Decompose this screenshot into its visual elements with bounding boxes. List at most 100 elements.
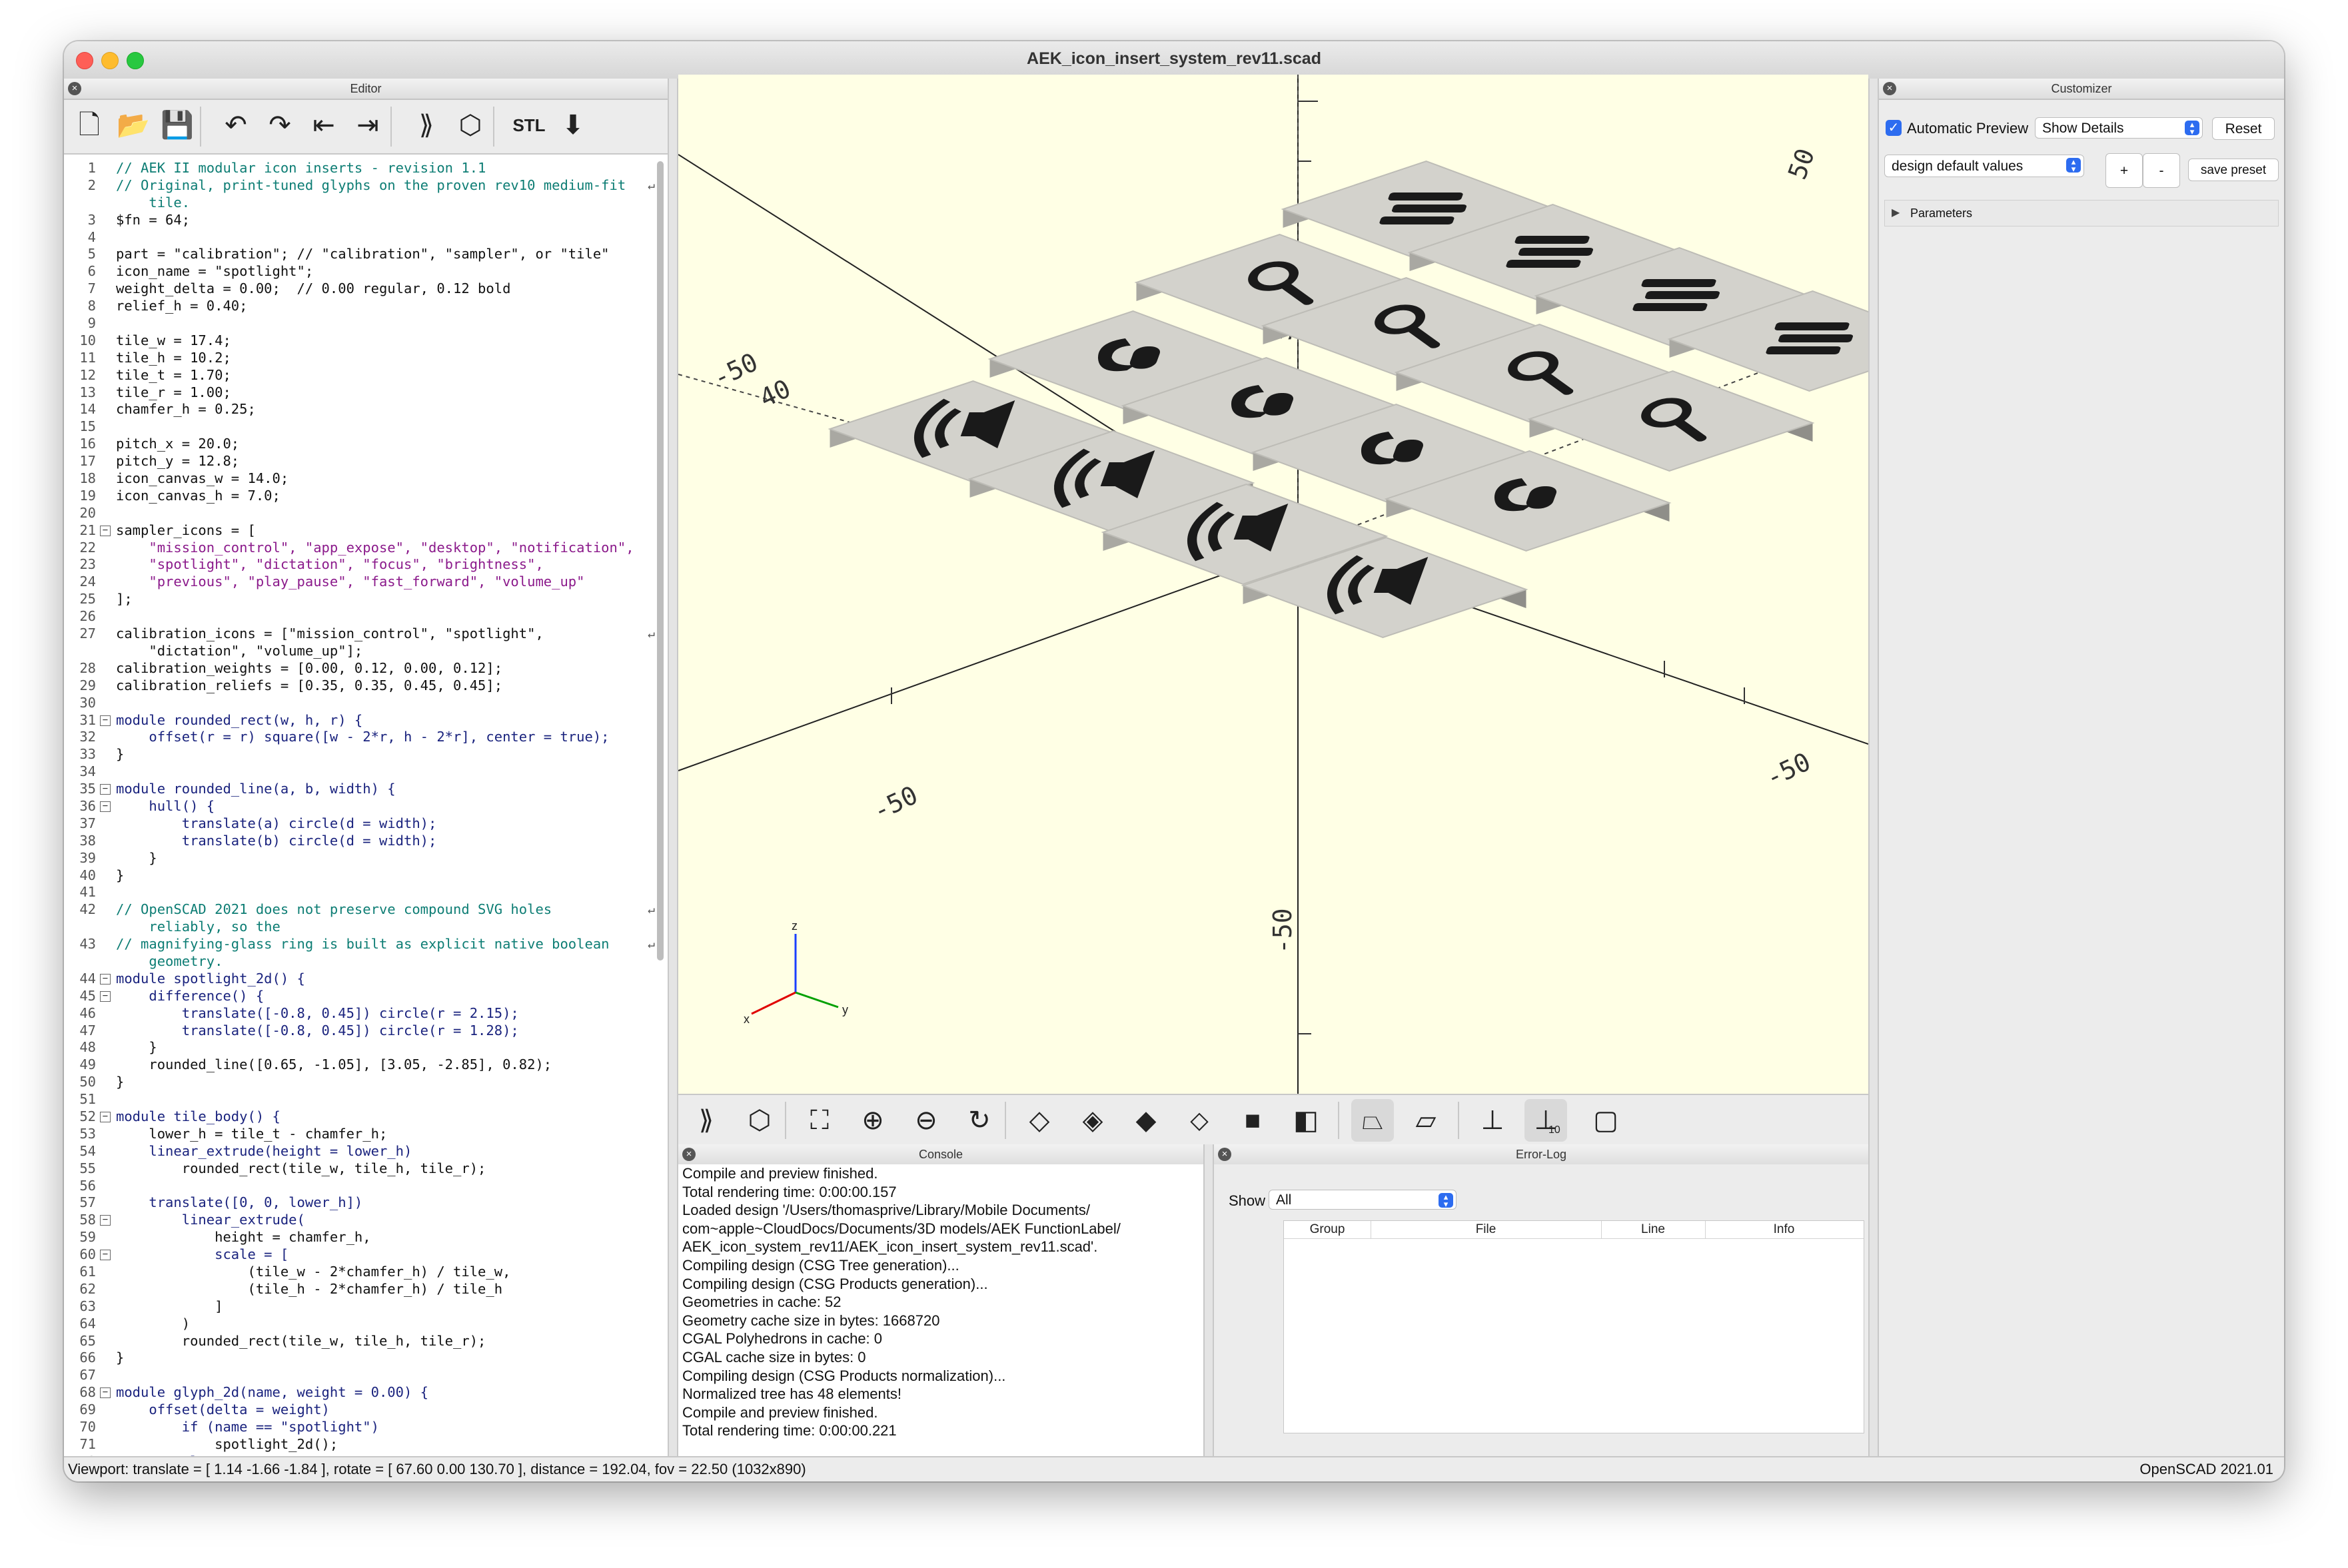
code-line[interactable]: 44− module spotlight_2d() { <box>64 971 664 988</box>
view-top-icon[interactable]: ◈ <box>1071 1099 1114 1142</box>
fold-toggle-icon[interactable]: − <box>100 973 111 984</box>
code-line[interactable]: 41 <box>64 884 664 901</box>
code-line[interactable]: 52− module tile_body() { <box>64 1108 664 1126</box>
errorlog-filter-select[interactable]: All ▴ ▾ <box>1269 1190 1457 1210</box>
fold-toggle-icon[interactable]: − <box>100 1387 111 1399</box>
code-line[interactable]: 54 linear_extrude(height = lower_h) <box>64 1143 664 1160</box>
code-line[interactable]: 36− hull() { <box>64 798 664 815</box>
zoom-in-icon[interactable]: ⊕ <box>852 1099 894 1142</box>
code-line[interactable]: 56 <box>64 1178 664 1195</box>
code-line[interactable]: 70 if (name == "spotlight") <box>64 1419 664 1436</box>
code-line[interactable]: 46 translate([-0.8, 0.45]) circle(r = 2.… <box>64 1005 664 1022</box>
save-file-icon[interactable]: 💾 <box>156 104 199 147</box>
editor-scrollbar[interactable] <box>657 161 664 961</box>
code-line[interactable]: 25]; <box>64 591 664 608</box>
column-group[interactable]: Group <box>1284 1221 1371 1238</box>
code-line[interactable]: 62 (tile_h - 2*chamfer_h) / tile_h <box>64 1281 664 1298</box>
column-line[interactable]: Line <box>1601 1221 1706 1238</box>
code-line[interactable]: 58− linear_extrude( <box>64 1212 664 1229</box>
indent-icon[interactable]: ⇥ <box>346 104 389 147</box>
code-line[interactable]: 55 rounded_rect(tile_w, tile_h, tile_r); <box>64 1160 664 1178</box>
code-line[interactable]: 51 <box>64 1091 664 1108</box>
code-line[interactable]: 15 <box>64 418 664 436</box>
code-line[interactable]: 9 <box>64 315 664 332</box>
editor-splitter[interactable] <box>668 79 678 1456</box>
show-scale-icon[interactable]: ⊥ <box>1524 1099 1567 1142</box>
code-line[interactable]: 65 rounded_rect(tile_w, tile_h, tile_r); <box>64 1333 664 1350</box>
code-line[interactable]: 60− scale = [ <box>64 1246 664 1264</box>
code-line[interactable]: 31− module rounded_rect(w, h, r) { <box>64 712 664 729</box>
close-console-panel-icon[interactable]: × <box>682 1148 696 1161</box>
code-line[interactable]: 42 // OpenSCAD 2021 does not preserve com… <box>64 901 664 919</box>
code-line[interactable]: 47 translate([-0.8, 0.45]) circle(r = 1.… <box>64 1022 664 1040</box>
code-line[interactable]: 22 "mission_control", "app_expose", "des… <box>64 540 664 557</box>
code-line[interactable]: 24 "previous", "play_pause", "fast_forwa… <box>64 574 664 591</box>
preview-icon[interactable]: ⟫ <box>405 104 448 147</box>
code-line[interactable]: 4 <box>64 229 664 246</box>
console-splitter[interactable] <box>1203 1144 1214 1456</box>
fold-toggle-icon[interactable]: − <box>100 1215 111 1226</box>
fold-toggle-icon[interactable]: − <box>100 715 111 726</box>
view-front-icon[interactable]: ■ <box>1231 1099 1274 1142</box>
code-line[interactable]: 29 calibration_reliefs = [0.35, 0.35, 0.4… <box>64 677 664 695</box>
code-line[interactable]: 71 spotlight_2d(); <box>64 1436 664 1453</box>
view-back-icon[interactable]: ◧ <box>1285 1099 1327 1142</box>
code-line[interactable]: 68− module glyph_2d(name, weight = 0.00) … <box>64 1384 664 1401</box>
code-line[interactable]: 2 // Original, print-tuned glyphs on the … <box>64 177 664 195</box>
unindent-icon[interactable]: ⇤ <box>302 104 345 147</box>
code-line[interactable]: 18 icon_canvas_w = 14.0; <box>64 470 664 488</box>
close-customizer-panel-icon[interactable]: × <box>1883 82 1896 95</box>
new-file-icon[interactable]: 🗋 <box>68 104 111 147</box>
close-errorlog-panel-icon[interactable]: × <box>1218 1148 1231 1161</box>
code-line[interactable]: 53 lower_h = tile_t - chamfer_h; <box>64 1126 664 1143</box>
code-line[interactable]: 14 chamfer_h = 0.25; <box>64 401 664 418</box>
reset-button[interactable]: Reset <box>2212 117 2275 140</box>
code-line[interactable]: 23 "spotlight", "dictation", "focus", "b… <box>64 556 664 574</box>
code-editor[interactable]: 1 // AEK II modular icon inserts - revisi… <box>64 153 668 1457</box>
open-file-icon[interactable]: 📂 <box>112 104 155 147</box>
code-line[interactable]: 30 <box>64 695 664 712</box>
column-file[interactable]: File <box>1371 1221 1602 1238</box>
code-line[interactable]: 67 <box>64 1367 664 1384</box>
code-line[interactable]: 3 $fn = 64; <box>64 212 664 229</box>
close-editor-panel-icon[interactable]: × <box>68 82 81 95</box>
code-line[interactable]: 13 tile_r = 1.00; <box>64 384 664 402</box>
preset-select[interactable]: design default values ▴ ▾ <box>1884 155 2084 177</box>
code-line[interactable]: 28 calibration_weights = [0.00, 0.12, 0.0… <box>64 660 664 677</box>
code-line[interactable]: 32 offset(r = r) square([w - 2*r, h - 2*… <box>64 729 664 746</box>
orthogonal-icon[interactable]: ▱ <box>1405 1099 1447 1142</box>
undo-icon[interactable]: ↶ <box>215 104 257 147</box>
code-line[interactable]: 63 ] <box>64 1298 664 1316</box>
code-line[interactable]: 61 (tile_w - 2*chamfer_h) / tile_w, <box>64 1264 664 1281</box>
fold-toggle-icon[interactable]: − <box>100 801 111 812</box>
code-line[interactable]: 64 ) <box>64 1316 664 1333</box>
perspective-icon[interactable]: ⏢ <box>1351 1099 1394 1142</box>
view-right-icon[interactable]: ◇ <box>1018 1099 1061 1142</box>
code-line[interactable]: 37 translate(a) circle(d = width); <box>64 815 664 833</box>
reset-view-icon[interactable]: ↻ <box>958 1099 1001 1142</box>
code-line[interactable]: 50} <box>64 1074 664 1091</box>
code-line[interactable]: 26 <box>64 608 664 625</box>
fold-toggle-icon[interactable]: − <box>100 990 111 1002</box>
code-line[interactable]: 5 part = "calibration"; // "calibration",… <box>64 246 664 263</box>
code-line[interactable]: 49 rounded_line([0.65, -1.05], [3.05, -2… <box>64 1056 664 1074</box>
fold-toggle-icon[interactable]: − <box>100 1250 111 1261</box>
code-line[interactable]: 40} <box>64 867 664 885</box>
code-line[interactable]: 38 translate(b) circle(d = width); <box>64 833 664 850</box>
code-line[interactable]: 45− difference() { <box>64 988 664 1005</box>
code-line[interactable]: 21− sampler_icons = [ <box>64 522 664 540</box>
code-line[interactable]: 8 relief_h = 0.40; <box>64 298 664 315</box>
preview-icon[interactable]: ⟫ <box>685 1099 728 1142</box>
code-line[interactable]: 33} <box>64 746 664 763</box>
automatic-preview-checkbox[interactable]: ✓ <box>1886 120 1902 136</box>
view-left-icon[interactable]: ⬦ <box>1178 1099 1221 1142</box>
parameters-group[interactable]: ▶ Parameters <box>1884 200 2279 226</box>
render-icon[interactable]: ⬡ <box>738 1099 781 1142</box>
console-output[interactable]: Compile and preview finished. Total rende… <box>678 1164 1203 1456</box>
code-line[interactable]: 39 } <box>64 850 664 867</box>
code-line[interactable]: 12 tile_t = 1.70; <box>64 367 664 384</box>
send-to-print-icon[interactable]: ⬇ <box>552 104 594 147</box>
customizer-splitter[interactable] <box>1868 79 1879 1456</box>
code-line[interactable]: tile. <box>64 195 664 212</box>
code-line[interactable]: 35− module rounded_line(a, b, width) { <box>64 781 664 798</box>
